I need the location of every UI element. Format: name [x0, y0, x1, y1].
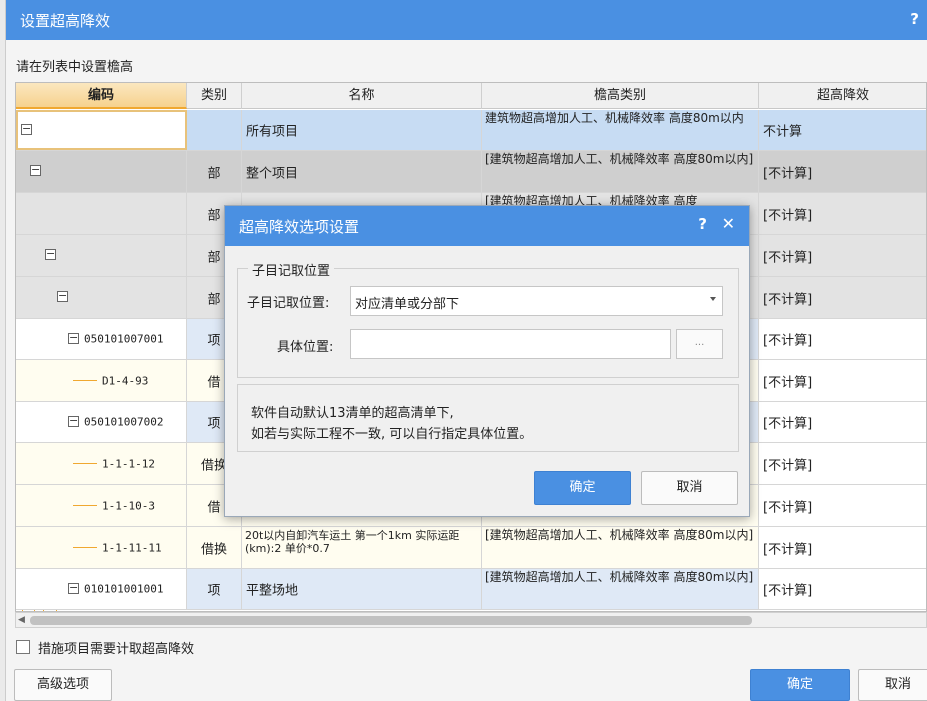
code-cell[interactable] [16, 193, 187, 234]
code-cell[interactable]: − 050101007002 [16, 402, 187, 442]
code-cell[interactable]: − [16, 277, 187, 318]
position-value: 对应清单或分部下 [355, 297, 460, 312]
column-header-eave-type[interactable]: 檐高类别 [482, 83, 759, 109]
height-effect-options-modal: 超高降效选项设置 ? ✕ 子目记取位置 子目记取位置: 对应清单或分部下 具体位… [224, 205, 750, 517]
code-cell[interactable]: − [16, 151, 187, 192]
main-dialog: 设置超高降效 ? 请在列表中设置檐高 编码 类别 名称 檐高类别 超高降效 − … [0, 0, 927, 701]
help-icon[interactable]: ? [910, 10, 919, 28]
dialog-title: 设置超高降效 [20, 12, 111, 30]
prompt-text: 请在列表中设置檐高 [16, 60, 134, 75]
collapse-icon[interactable]: − [21, 123, 32, 135]
specific-position-input[interactable] [350, 329, 671, 359]
modal-title: 超高降效选项设置 [239, 218, 360, 236]
effect-cell[interactable]: [不计算] [759, 235, 926, 276]
effect-cell[interactable]: [不计算] [759, 319, 926, 359]
position-group: 子目记取位置 [237, 260, 739, 378]
browse-button[interactable]: ... [676, 329, 723, 359]
advanced-options-button[interactable]: 高级选项 [14, 669, 112, 701]
column-header-height-effect[interactable]: 超高降效 [759, 83, 926, 109]
table-row[interactable]: − 所有项目 建筑物超高增加人工、机械降效率 高度80m以内 不计算 [16, 110, 926, 151]
effect-cell[interactable]: [不计算] [759, 277, 926, 318]
name-cell: 整个项目 [242, 151, 482, 192]
code-cell[interactable]: 1-1-1-12 [16, 443, 187, 484]
note-line-1: 软件自动默认13清单的超高清单下, [251, 406, 454, 421]
effect-cell[interactable]: [不计算] [759, 569, 926, 609]
specific-position-label: 具体位置: [277, 340, 334, 355]
table-header: 编码 类别 名称 檐高类别 超高降效 [16, 83, 926, 109]
code-cell[interactable]: 1-1-10-3 [16, 485, 187, 526]
cancel-button[interactable]: 取消 [858, 669, 927, 701]
table-row[interactable]: − 部 整个项目 [建筑物超高增加人工、机械降效率 高度80m以内] [不计算] [16, 151, 926, 193]
code-cell[interactable]: − [16, 110, 187, 150]
type-cell [187, 110, 242, 150]
type-cell: 部 [187, 151, 242, 192]
effect-cell[interactable]: [不计算] [759, 527, 926, 568]
effect-cell[interactable]: 不计算 [759, 110, 926, 150]
effect-cell[interactable]: [不计算] [759, 360, 926, 401]
name-cell: 平整场地 [242, 569, 482, 609]
table-row[interactable]: − 010101001001 项 平整场地 [建筑物超高增加人工、机械降效率 高… [16, 569, 926, 610]
help-icon[interactable]: ? [698, 215, 707, 233]
collapse-icon[interactable]: − [30, 164, 41, 176]
group-label: 子目记取位置 [248, 260, 335, 279]
horizontal-scrollbar[interactable]: ◀ [15, 612, 927, 628]
name-cell: 20t以内自卸汽车运土 第一个1km 实际运距(km):2 单价*0.7 [242, 527, 482, 568]
name-cell: 所有项目 [242, 110, 482, 150]
effect-cell[interactable]: [不计算] [759, 402, 926, 442]
note-line-2: 如若与实际工程不一致, 可以自行指定具体位置。 [251, 427, 533, 442]
effect-cell[interactable]: [不计算] [759, 443, 926, 484]
collapse-icon[interactable]: − [68, 332, 79, 344]
chevron-down-icon[interactable] [710, 297, 716, 301]
measures-checkbox-label[interactable]: 措施项目需要计取超高降效 [38, 638, 194, 657]
collapse-icon[interactable]: − [68, 582, 79, 594]
type-cell: 借换 [187, 527, 242, 568]
eave-cell[interactable]: [建筑物超高增加人工、机械降效率 高度80m以内] [482, 569, 759, 609]
modal-titlebar: 超高降效选项设置 ? ✕ [225, 206, 749, 246]
code-cell[interactable]: 1-1-11-11 [16, 527, 187, 568]
position-label: 子目记取位置: [247, 296, 330, 311]
type-cell: 项 [187, 569, 242, 609]
eave-cell[interactable]: [建筑物超高增加人工、机械降效率 高度80m以内] [482, 151, 759, 192]
code-cell[interactable]: D1-4-93 [16, 360, 187, 401]
code-cell[interactable]: − 050101007001 [16, 319, 187, 359]
scroll-left-icon[interactable]: ◀ [18, 613, 25, 627]
eave-cell[interactable]: 建筑物超高增加人工、机械降效率 高度80m以内 [482, 110, 759, 150]
table-row[interactable]: 1-1-11-11 借换 20t以内自卸汽车运土 第一个1km 实际运距(km)… [16, 527, 926, 569]
column-header-type[interactable]: 类别 [187, 83, 242, 109]
effect-cell[interactable]: [不计算] [759, 485, 926, 526]
position-select[interactable]: 对应清单或分部下 [350, 286, 723, 316]
ok-button[interactable]: 确定 [750, 669, 850, 701]
code-cell[interactable]: − [16, 235, 187, 276]
eave-cell[interactable]: [建筑物超高增加人工、机械降效率 高度80m以内] [482, 527, 759, 568]
background-window-edge [0, 0, 6, 701]
scrollbar-thumb[interactable] [30, 616, 752, 625]
modal-cancel-button[interactable]: 取消 [641, 471, 738, 505]
collapse-icon[interactable]: − [45, 248, 56, 260]
effect-cell[interactable]: [不计算] [759, 193, 926, 234]
collapse-icon[interactable]: − [57, 290, 68, 302]
column-header-code[interactable]: 编码 [16, 83, 187, 109]
effect-cell[interactable]: [不计算] [759, 151, 926, 192]
dialog-titlebar: 设置超高降效 ? [6, 0, 927, 40]
modal-ok-button[interactable]: 确定 [534, 471, 631, 505]
close-icon[interactable]: ✕ [722, 214, 735, 233]
measures-checkbox[interactable] [16, 640, 30, 654]
collapse-icon[interactable]: − [68, 415, 79, 427]
note-box: 软件自动默认13清单的超高清单下, 如若与实际工程不一致, 可以自行指定具体位置… [237, 384, 739, 452]
code-cell[interactable]: − 010101001001 [16, 569, 187, 609]
column-header-name[interactable]: 名称 [242, 83, 482, 109]
